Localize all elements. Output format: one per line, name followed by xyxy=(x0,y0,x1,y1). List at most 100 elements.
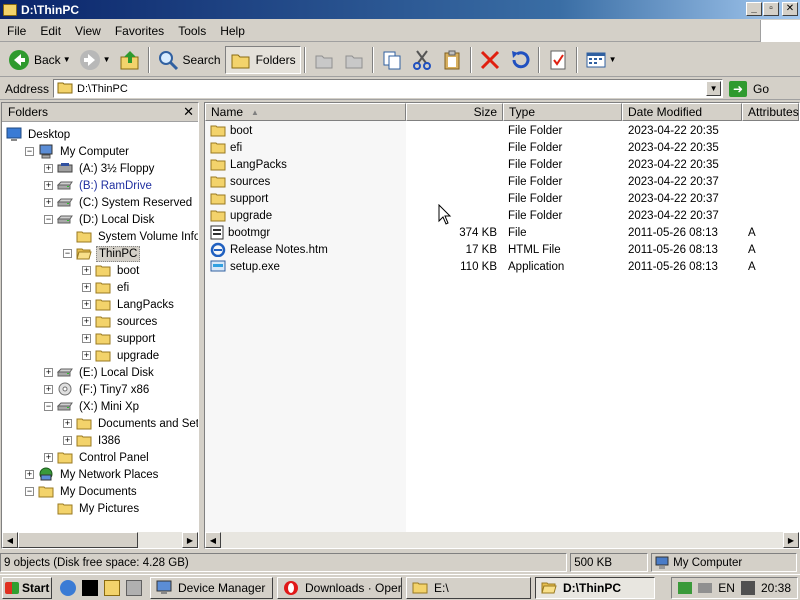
drive-tray-icon[interactable] xyxy=(698,582,713,593)
tree-item-b-ramdrive[interactable]: + (B:) RamDrive xyxy=(44,177,154,194)
file-row-sources[interactable]: sources File Folder 2023-04-22 20:37 xyxy=(205,173,799,190)
scroll-thumb[interactable] xyxy=(18,532,138,548)
delete-button[interactable] xyxy=(475,46,505,74)
undo-button[interactable] xyxy=(505,46,535,74)
expand-icon[interactable]: + xyxy=(82,283,91,292)
tree-item-a-3-floppy[interactable]: + (A:) 3½ Floppy xyxy=(44,160,156,177)
close-icon[interactable]: ✕ xyxy=(183,104,194,120)
collapse-icon[interactable]: − xyxy=(44,402,53,411)
expand-icon[interactable]: + xyxy=(44,453,53,462)
file-row-upgrade[interactable]: upgrade File Folder 2023-04-22 20:37 xyxy=(205,207,799,224)
move-to-button[interactable] xyxy=(309,46,339,74)
address-dropdown-button[interactable]: ▼ xyxy=(706,81,722,96)
file-row-langpacks[interactable]: LangPacks File Folder 2023-04-22 20:35 xyxy=(205,156,799,173)
folders-horizontal-scrollbar[interactable]: ◀ ▶ xyxy=(2,532,198,548)
menu-help[interactable]: Help xyxy=(213,24,252,38)
tree-item-system-volume-information[interactable]: System Volume Information xyxy=(63,228,198,245)
collapse-icon[interactable]: − xyxy=(44,215,53,224)
tree-item-i386[interactable]: + I386 xyxy=(63,432,122,449)
go-button[interactable]: ➜ Go xyxy=(729,80,769,97)
expand-icon[interactable]: + xyxy=(44,198,53,207)
folders-button[interactable]: Folders xyxy=(224,45,301,74)
menu-file[interactable]: File xyxy=(0,24,33,38)
minimize-button[interactable]: _ xyxy=(746,2,762,16)
explorer-icon[interactable] xyxy=(104,579,120,596)
chevron-down-icon[interactable]: ▼ xyxy=(63,55,71,64)
search-button[interactable]: Search xyxy=(153,46,225,74)
files-horizontal-scrollbar[interactable]: ◀ ▶ xyxy=(205,532,799,548)
tree-item-control-panel[interactable]: + Control Panel xyxy=(44,449,151,466)
tree-item-my-network-places[interactable]: + My Network Places xyxy=(25,466,160,483)
expand-icon[interactable]: + xyxy=(63,436,72,445)
paste-button[interactable] xyxy=(437,46,467,74)
scroll-right-button[interactable]: ▶ xyxy=(182,532,198,548)
collapse-icon[interactable]: − xyxy=(63,249,72,258)
file-row-support[interactable]: support File Folder 2023-04-22 20:37 xyxy=(205,190,799,207)
chevron-down-icon[interactable]: ▼ xyxy=(609,55,617,64)
title-bar[interactable]: D:\ThinPC _ ▫ ✕ xyxy=(0,0,800,19)
expand-icon[interactable]: + xyxy=(82,317,91,326)
tree-item-e-local-disk[interactable]: + (E:) Local Disk xyxy=(44,364,156,381)
menu-edit[interactable]: Edit xyxy=(33,24,68,38)
tree-item-documents-and-settings[interactable]: + Documents and Settings xyxy=(63,415,198,432)
show-desktop-icon[interactable] xyxy=(126,579,142,596)
column-header-type[interactable]: Type xyxy=(503,103,622,121)
tree-item-sources[interactable]: + sources xyxy=(82,313,159,330)
cut-button[interactable] xyxy=(407,46,437,74)
tree-item-upgrade[interactable]: + upgrade xyxy=(82,347,161,364)
file-row-boot[interactable]: boot File Folder 2023-04-22 20:35 xyxy=(205,122,799,139)
network-icon[interactable] xyxy=(678,581,693,594)
expand-icon[interactable]: + xyxy=(25,470,34,479)
menu-favorites[interactable]: Favorites xyxy=(108,24,171,38)
collapse-icon[interactable]: − xyxy=(25,147,34,156)
expand-icon[interactable]: + xyxy=(44,164,53,173)
taskbar-button-downloads-opera[interactable]: Downloads · Opera xyxy=(277,576,402,599)
expand-icon[interactable]: + xyxy=(44,385,53,394)
expand-icon[interactable]: + xyxy=(82,351,91,360)
scroll-left-button[interactable]: ◀ xyxy=(2,532,18,548)
column-header-name[interactable]: Name ▲ xyxy=(205,103,406,121)
tree-item-x-mini-xp[interactable]: − (X:) Mini Xp xyxy=(44,398,141,415)
column-header-date-modified[interactable]: Date Modified xyxy=(622,103,742,121)
expand-icon[interactable]: + xyxy=(82,266,91,275)
maximize-button[interactable]: ▫ xyxy=(763,2,779,16)
menu-view[interactable]: View xyxy=(68,24,108,38)
tree-item-desktop[interactable]: Desktop xyxy=(6,126,72,143)
collapse-icon[interactable]: − xyxy=(25,487,34,496)
back-button[interactable]: Back ▼ xyxy=(4,46,75,74)
file-row-bootmgr[interactable]: bootmgr 374 KB File 2011-05-26 08:13 A xyxy=(205,224,799,241)
start-button[interactable]: Start xyxy=(2,576,52,599)
scroll-right-button[interactable]: ▶ xyxy=(783,532,799,548)
expand-icon[interactable]: + xyxy=(44,368,53,377)
menu-tools[interactable]: Tools xyxy=(171,24,213,38)
tree-item-f-tiny7-x86[interactable]: + (F:) Tiny7 x86 xyxy=(44,381,151,398)
views-button[interactable]: ▼ xyxy=(581,46,621,74)
expand-icon[interactable]: + xyxy=(82,300,91,309)
taskbar-button-device-manager[interactable]: Device Manager xyxy=(150,576,273,599)
tree-item-c-system-reserved[interactable]: + (C:) System Reserved xyxy=(44,194,194,211)
taskbar-button-e[interactable]: E:\ xyxy=(406,576,531,599)
scroll-left-button[interactable]: ◀ xyxy=(205,532,221,548)
taskbar-button-d-thinpc[interactable]: D:\ThinPC xyxy=(535,576,655,599)
tree-item-boot[interactable]: + boot xyxy=(82,262,141,279)
tree-item-my-computer[interactable]: − My Computer xyxy=(25,143,131,160)
tree-item-d-local-disk[interactable]: − (D:) Local Disk xyxy=(44,211,156,228)
column-header-attributes[interactable]: Attributes xyxy=(742,103,799,121)
properties-button[interactable] xyxy=(543,46,573,74)
tree-item-langpacks[interactable]: + LangPacks xyxy=(82,296,176,313)
copy-button[interactable] xyxy=(377,46,407,74)
close-button[interactable]: ✕ xyxy=(782,2,798,16)
tree-item-my-pictures[interactable]: My Pictures xyxy=(44,500,141,517)
forward-button[interactable]: ▼ xyxy=(75,46,115,74)
tree-item-thinpc[interactable]: − ThinPC xyxy=(63,245,141,262)
address-input[interactable]: D:\ThinPC ▼ xyxy=(53,79,724,98)
tree-item-my-documents[interactable]: − My Documents xyxy=(25,483,139,500)
copy-to-button[interactable] xyxy=(339,46,369,74)
file-row-efi[interactable]: efi File Folder 2023-04-22 20:35 xyxy=(205,139,799,156)
ie-icon[interactable] xyxy=(60,579,76,596)
column-header-size[interactable]: Size xyxy=(406,103,503,121)
expand-icon[interactable]: + xyxy=(44,181,53,190)
expand-icon[interactable]: + xyxy=(63,419,72,428)
expand-icon[interactable]: + xyxy=(82,334,91,343)
chevron-down-icon[interactable]: ▼ xyxy=(103,55,111,64)
